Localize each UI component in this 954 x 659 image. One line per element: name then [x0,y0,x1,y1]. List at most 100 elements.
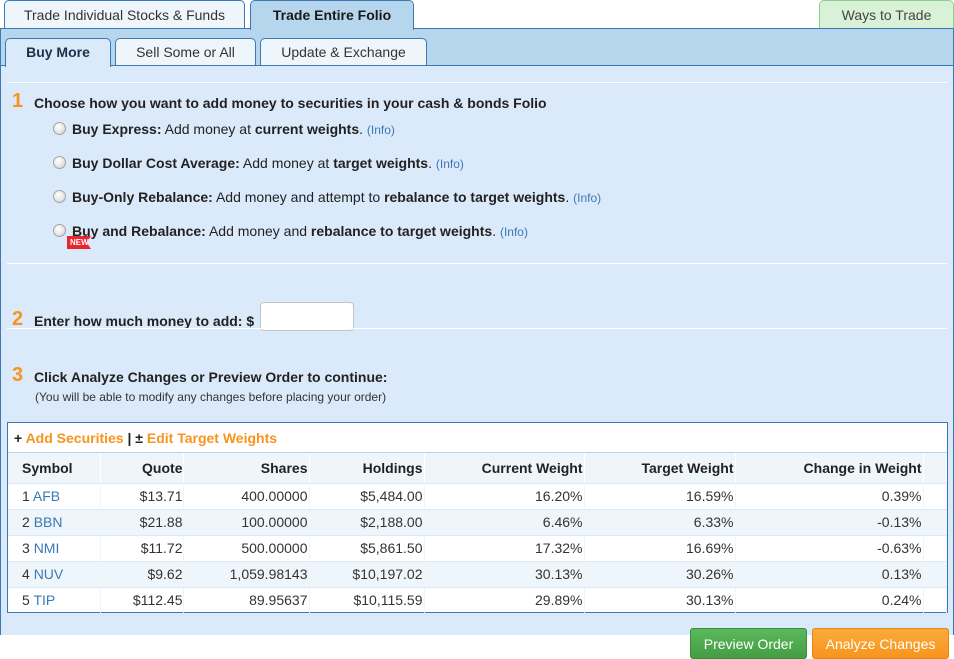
option-buy-express[interactable]: Buy Express: Add money at current weight… [53,121,395,137]
option-period: . [492,223,497,239]
option-text: Add money and [205,223,311,239]
cell-symbol: 3 NMI [8,535,101,562]
cell-shares: 500.00000 [183,535,310,562]
info-link[interactable]: (Info) [500,225,528,239]
col-change-in-weight: Change in Weight [735,453,924,484]
option-name: Buy Express: [72,121,162,137]
row-index: 3 [22,540,30,556]
sub-tabs: Buy More Sell Some or All Update & Excha… [1,29,953,67]
step-3-number: 3 [12,364,24,386]
holdings-table-box: + Add Securities | ± Edit Target Weights… [7,422,948,614]
row-index: 2 [22,514,30,530]
cell-quote: $21.88 [100,509,184,536]
cell-target-weight: 30.13% [584,587,736,614]
option-name: Buy-Only Rebalance: [72,189,213,205]
cell-current-weight: 6.46% [424,509,585,536]
cell-current-weight: 30.13% [424,561,585,588]
table-row: 1 AFB $13.71 400.00000 $5,484.00 16.20% 16.59… [8,483,947,510]
option-buy-and-rebalance[interactable]: Buy and Rebalance: Add money and rebalan… [53,223,528,239]
buy-more-content: 1 Choose how you want to add money to se… [1,65,953,659]
analyze-changes-button[interactable]: Analyze Changes [812,628,949,659]
cell-quote: $11.72 [100,535,184,562]
preview-order-button[interactable]: Preview Order [690,628,807,659]
tab-sell-some-or-all[interactable]: Sell Some or All [115,38,256,66]
cell-shares: 1,059.98143 [183,561,310,588]
option-text: Add money at [161,121,255,137]
symbol-link[interactable]: NUV [34,566,64,582]
plus-minus-icon: ± [135,430,143,446]
radio-buy-and-rebalance[interactable] [53,224,66,237]
cell-holdings: $5,484.00 [309,483,425,510]
option-buy-only-rebalance[interactable]: Buy-Only Rebalance: Add money and attemp… [53,189,601,205]
trade-panel: Buy More Sell Some or All Update & Excha… [0,28,954,659]
option-emphasis: current weights [254,121,360,137]
cell-shares: 89.95637 [183,587,310,614]
col-symbol: Symbol [8,453,101,484]
step-1-title: Choose how you want to add money to secu… [34,95,547,111]
cell-current-weight: 16.20% [424,483,585,510]
ways-to-trade-tab[interactable]: Ways to Trade [819,0,954,29]
cell-target-weight: 6.33% [584,509,736,536]
cell-holdings: $10,115.59 [309,587,425,614]
row-index: 5 [22,592,30,608]
table-row: 2 BBN $21.88 100.00000 $2,188.00 6.46% 6.33% -… [8,509,947,536]
symbol-link[interactable]: TIP [33,592,55,608]
symbol-link[interactable]: BBN [34,514,63,530]
radio-buy-express[interactable] [53,122,66,135]
cell-shares: 400.00000 [183,483,310,510]
step-3-note: (You will be able to modify any changes … [35,390,387,404]
table-row: 4 NUV $9.62 1,059.98143 $10,197.02 30.13% 30.… [8,561,947,588]
cell-holdings: $5,861.50 [309,535,425,562]
tab-trade-individual[interactable]: Trade Individual Stocks & Funds [4,0,245,29]
cell-change-in-weight: 0.24% [735,587,924,614]
amount-input[interactable] [260,302,354,331]
cell-symbol: 1 AFB [8,483,101,510]
edit-target-weights-link[interactable]: Edit Target Weights [147,430,277,446]
cell-symbol: 5 TIP [8,587,101,614]
cell-target-weight: 16.69% [584,535,736,562]
top-tabs: Trade Individual Stocks & Funds Trade En… [0,0,954,30]
col-spacer [923,453,947,484]
tab-update-exchange[interactable]: Update & Exchange [260,38,427,66]
cell-symbol: 2 BBN [8,509,101,536]
option-period: . [359,121,364,137]
cell-change-in-weight: -0.13% [735,509,924,536]
add-securities-link[interactable]: Add Securities [26,430,124,446]
divider [7,328,947,329]
col-target-weight: Target Weight [584,453,736,484]
option-period: . [428,155,432,171]
table-header-row: Symbol Quote Shares Holdings Current Wei… [8,453,947,484]
table-actions: + Add Securities | ± Edit Target Weights [8,423,947,453]
option-name: Buy Dollar Cost Average: [72,155,240,171]
divider [7,82,947,83]
option-emphasis: rebalance to target weights [310,223,493,239]
cell-spacer [923,561,947,588]
option-emphasis: rebalance to target weights [384,189,566,205]
info-link[interactable]: (Info) [573,191,601,205]
info-link[interactable]: (Info) [367,123,395,137]
tab-trade-entire-folio[interactable]: Trade Entire Folio [250,0,414,30]
cell-target-weight: 30.26% [584,561,736,588]
radio-buy-dca[interactable] [53,156,66,169]
info-link[interactable]: (Info) [436,157,464,171]
cell-shares: 100.00000 [183,509,310,536]
option-buy-dollar-cost-average[interactable]: Buy Dollar Cost Average: Add money at ta… [53,155,464,171]
divider [7,263,947,264]
col-quote: Quote [100,453,184,484]
plus-icon: + [14,430,23,446]
step-2-title: Enter how much money to add: $ [34,313,255,329]
cell-quote: $9.62 [100,561,184,588]
symbol-link[interactable]: NMI [34,540,60,556]
cell-change-in-weight: -0.63% [735,535,924,562]
tab-buy-more[interactable]: Buy More [5,38,111,67]
table-row: 5 TIP $112.45 89.95637 $10,115.59 29.89% 30.1… [8,587,947,614]
symbol-link[interactable]: AFB [33,488,60,504]
cell-quote: $112.45 [100,587,184,614]
cell-quote: $13.71 [100,483,184,510]
cell-symbol: 4 NUV [8,561,101,588]
col-current-weight: Current Weight [424,453,585,484]
row-index: 1 [22,488,30,504]
col-shares: Shares [183,453,310,484]
radio-buy-only-rebalance[interactable] [53,190,66,203]
step-3-title: Click Analyze Changes or Preview Order t… [34,369,388,385]
